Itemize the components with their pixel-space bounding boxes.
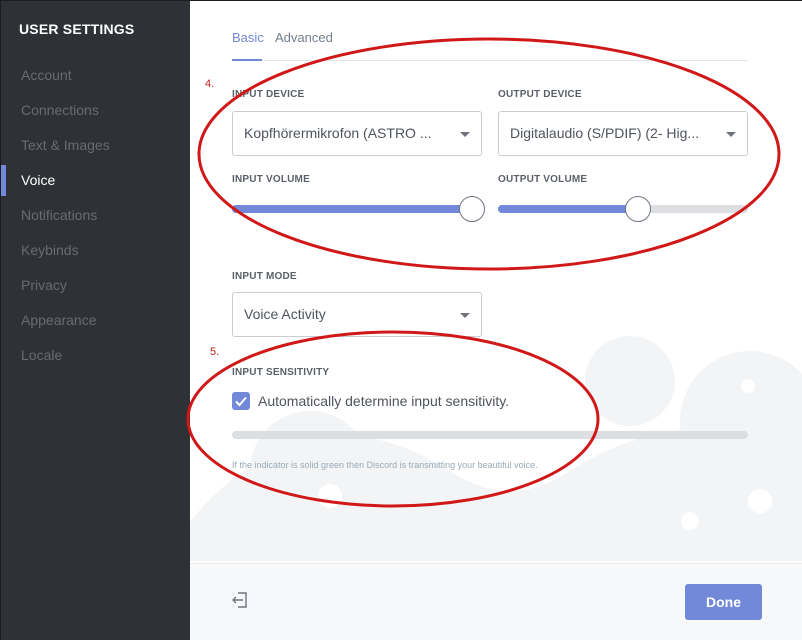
output-volume-fill: [498, 205, 638, 213]
tab-divider: [232, 60, 748, 61]
input-mode-label: INPUT MODE: [232, 271, 297, 282]
sidebar-item-text-images[interactable]: Text & Images: [1, 128, 190, 163]
output-volume-handle[interactable]: [625, 196, 651, 222]
sidebar-item-account[interactable]: Account: [1, 58, 190, 93]
output-volume-slider[interactable]: [498, 205, 748, 213]
input-device-select[interactable]: Kopfhörermikrofon (ASTRO ...: [232, 111, 482, 156]
annotation-marker-5: 5.: [210, 346, 220, 358]
input-volume-handle[interactable]: [459, 196, 485, 222]
chevron-down-icon: [460, 313, 470, 318]
input-device-value: Kopfhörermikrofon (ASTRO ...: [244, 125, 432, 141]
sensitivity-indicator-bar: [232, 431, 748, 439]
tab-basic[interactable]: Basic: [232, 30, 264, 45]
auto-sensitivity-checkbox[interactable]: [232, 392, 250, 410]
output-device-label: OUTPUT DEVICE: [498, 89, 582, 100]
input-volume-label: INPUT VOLUME: [232, 174, 310, 185]
checkmark-icon: [235, 396, 247, 407]
input-sensitivity-label: INPUT SENSITIVITY: [232, 367, 330, 378]
input-mode-select[interactable]: Voice Activity: [232, 292, 482, 337]
sidebar-item-voice[interactable]: Voice: [1, 163, 190, 198]
logout-icon[interactable]: [231, 591, 249, 609]
footer-bar: Done: [190, 563, 802, 640]
sidebar: USER SETTINGS Account Connections Text &…: [1, 1, 190, 640]
done-button[interactable]: Done: [685, 584, 762, 620]
output-volume-label: OUTPUT VOLUME: [498, 174, 588, 185]
sidebar-item-notifications[interactable]: Notifications: [1, 198, 190, 233]
tab-advanced[interactable]: Advanced: [275, 30, 333, 45]
input-mode-value: Voice Activity: [244, 306, 326, 322]
input-device-label: INPUT DEVICE: [232, 89, 305, 100]
window-frame: USER SETTINGS Account Connections Text &…: [0, 0, 802, 640]
active-tab-indicator: [232, 59, 262, 61]
input-volume-fill: [232, 205, 472, 213]
auto-sensitivity-label[interactable]: Automatically determine input sensitivit…: [258, 393, 509, 409]
chevron-down-icon: [460, 132, 470, 137]
output-device-select[interactable]: Digitalaudio (S/PDIF) (2- Hig...: [498, 111, 748, 156]
output-device-value: Digitalaudio (S/PDIF) (2- Hig...: [510, 125, 700, 141]
sidebar-item-keybinds[interactable]: Keybinds: [1, 233, 190, 268]
chevron-down-icon: [726, 132, 736, 137]
sidebar-item-connections[interactable]: Connections: [1, 93, 190, 128]
sidebar-item-locale[interactable]: Locale: [1, 338, 190, 373]
input-volume-slider[interactable]: [232, 205, 472, 213]
sidebar-item-privacy[interactable]: Privacy: [1, 268, 190, 303]
sensitivity-help-text: If the indicator is solid green then Dis…: [232, 460, 538, 470]
settings-main-panel: Basic Advanced INPUT DEVICE OUTPUT DEVIC…: [190, 1, 802, 640]
annotation-marker-4: 4.: [205, 78, 215, 90]
sidebar-title: USER SETTINGS: [19, 21, 135, 37]
sidebar-item-appearance[interactable]: Appearance: [1, 303, 190, 338]
